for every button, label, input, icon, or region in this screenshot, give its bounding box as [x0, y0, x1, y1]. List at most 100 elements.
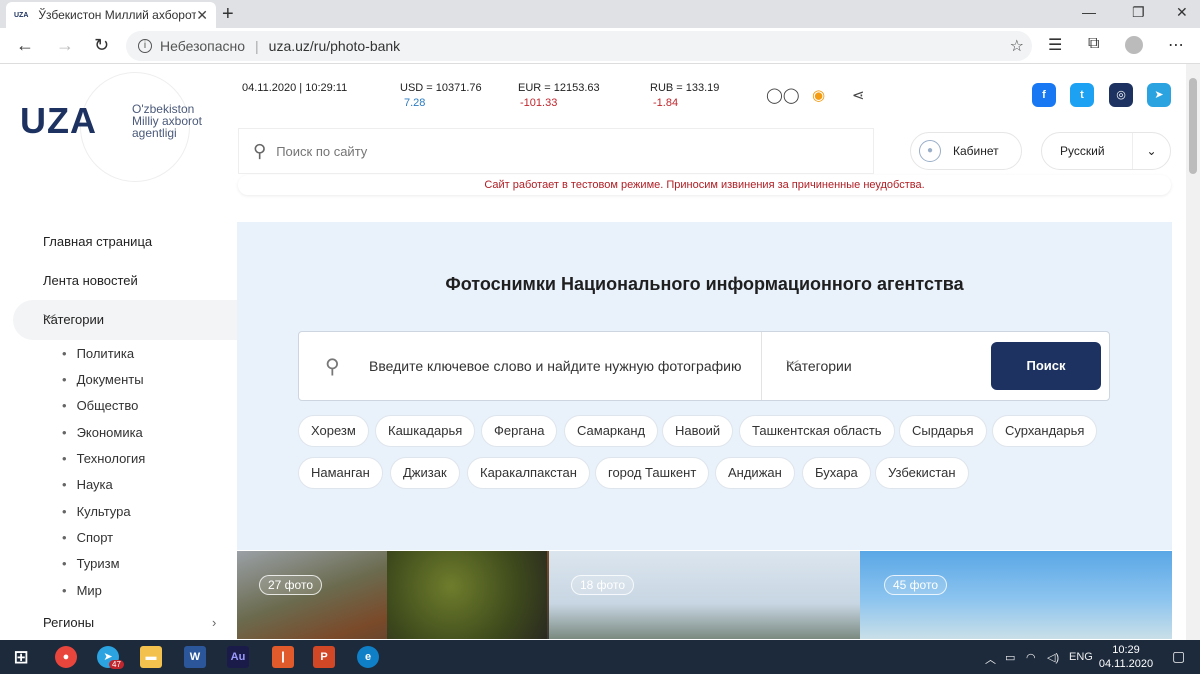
back-arrow-icon[interactable]: ← [16, 35, 34, 56]
region-chip[interactable]: Каракалпакстан [467, 457, 590, 489]
site-logo[interactable]: UZA O'zbekiston Milliy axborot agentligi [20, 100, 202, 142]
category-item[interactable]: Общество [62, 398, 139, 413]
site-search-box[interactable]: ⚲ [238, 128, 874, 174]
album-photo [387, 551, 547, 639]
rss-icon[interactable]: ◉ [812, 86, 825, 104]
notifications-icon[interactable]: ▢ [1172, 648, 1185, 665]
category-item[interactable]: Культура [62, 504, 131, 519]
region-chip[interactable]: Андижан [715, 457, 795, 489]
region-chip[interactable]: Кашкадарья [375, 415, 476, 447]
category-item[interactable]: Политика [62, 346, 135, 361]
category-item[interactable]: Документы [62, 372, 144, 387]
telegram-icon[interactable]: ➤ [1147, 83, 1171, 107]
album-card[interactable]: 18 фото [549, 551, 860, 639]
share-icon[interactable]: ⋖ [852, 86, 865, 104]
favicon-icon: UZA [14, 11, 29, 19]
refresh-icon[interactable]: ↻ [94, 35, 109, 56]
site-search-input[interactable] [276, 143, 777, 159]
category-item[interactable]: Экономика [62, 425, 143, 440]
page-scrollbar[interactable] [1186, 64, 1200, 640]
sidebar-item-home[interactable]: Главная страница [43, 234, 152, 249]
more-menu-icon[interactable]: ⋯ [1168, 35, 1184, 55]
volume-icon[interactable]: ◁) [1047, 651, 1059, 664]
instagram-icon[interactable]: ◎ [1109, 83, 1133, 107]
taskbar-clock[interactable]: 10:29 04.11.2020 [1096, 643, 1156, 671]
album-card[interactable]: 45 фото [860, 551, 1172, 639]
url-separator: | [255, 38, 259, 54]
region-chip[interactable]: Сурхандарья [992, 415, 1098, 447]
category-item[interactable]: Наука [62, 477, 113, 492]
profile-avatar-icon[interactable] [1125, 36, 1143, 54]
tab-title: Ўзбекистон Миллий ахборот агентлиги [38, 8, 197, 22]
category-item[interactable]: Мир [62, 583, 102, 598]
input-language[interactable]: ENG [1069, 651, 1093, 663]
info-icon[interactable]: i [138, 39, 152, 53]
accessibility-glasses-icon[interactable]: ◯◯ [766, 86, 800, 104]
rate-rub: RUB = 133.19 [650, 82, 720, 94]
windows-start-icon[interactable]: ⊞ [10, 646, 32, 668]
region-chip[interactable]: город Ташкент [595, 457, 710, 489]
scrollbar-thumb[interactable] [1189, 78, 1197, 174]
test-mode-notice: Сайт работает в тестовом режиме. Приноси… [238, 175, 1171, 195]
sidebar-item-categories[interactable]: Категории ﹀ [13, 300, 237, 340]
browser-tab[interactable]: UZA Ўзбекистон Миллий ахборот агентлиги … [6, 2, 216, 28]
chevron-down-icon[interactable]: ⌄ [1132, 133, 1170, 169]
category-item[interactable]: Туризм [62, 556, 120, 571]
chevron-down-icon: ﹀ [786, 359, 800, 374]
telegram-badge: 47 [109, 660, 124, 669]
region-chip[interactable]: Сырдарья [899, 415, 987, 447]
favorites-bar-icon[interactable]: ☰ [1048, 35, 1062, 55]
photo-count-badge: 45 фото [884, 575, 947, 595]
rate-eur-change: -101.33 [520, 97, 558, 109]
region-chip[interactable]: Бухара [802, 457, 871, 489]
region-chip[interactable]: Навоий [662, 415, 734, 447]
powerpoint-icon[interactable]: P [313, 646, 335, 668]
photo-count-badge: 27 фото [259, 575, 322, 595]
app-icon[interactable]: ❙ [272, 646, 294, 668]
url-text[interactable]: uza.uz/ru/photo-bank [269, 38, 401, 54]
twitter-icon[interactable]: t [1070, 83, 1094, 107]
close-tab-icon[interactable]: ✕ [196, 7, 208, 24]
new-tab-button[interactable]: + [222, 3, 234, 26]
edge-icon[interactable]: e [357, 646, 379, 668]
battery-icon[interactable]: ▭ [1005, 651, 1015, 664]
word-icon[interactable]: W [184, 646, 206, 668]
search-icon: ⚲ [325, 356, 340, 378]
collections-icon[interactable]: ⧉ [1088, 35, 1099, 53]
region-chip[interactable]: Узбекистан [875, 457, 969, 489]
facebook-icon[interactable]: f [1032, 83, 1056, 107]
clock-time: 10:29 [1112, 644, 1140, 656]
insecure-label: Небезопасно [160, 38, 246, 54]
language-select[interactable]: Русский ⌄ [1041, 132, 1171, 170]
network-icon[interactable]: ◠ [1026, 651, 1036, 664]
region-chip[interactable]: Хорезм [298, 415, 369, 447]
url-bar[interactable]: i Небезопасно | uza.uz/ru/photo-bank ☆ [126, 31, 1032, 61]
search-button[interactable]: Поиск [991, 342, 1101, 390]
sidebar-item-regions[interactable]: Регионы [43, 615, 94, 630]
forward-arrow-icon[interactable]: → [56, 35, 74, 56]
cabinet-button[interactable]: ● Кабинет [910, 132, 1022, 170]
album-card[interactable]: 27 фото [237, 551, 549, 639]
window-close-button[interactable]: ✕ [1176, 4, 1188, 21]
photo-search-input[interactable]: Введите ключевое слово и найдите нужную … [369, 358, 759, 374]
browser-tab-bar: UZA Ўзбекистон Миллий ахборот агентлиги … [0, 0, 1200, 28]
region-chip[interactable]: Самарканд [564, 415, 659, 447]
region-chip[interactable]: Наманган [298, 457, 383, 489]
sidebar-item-feed[interactable]: Лента новостей [43, 273, 138, 288]
logo-subtitle: O'zbekiston Milliy axborot agentligi [132, 102, 203, 140]
category-select[interactable]: Категории ﹀ [761, 332, 981, 400]
chrome-icon[interactable]: ● [55, 646, 77, 668]
region-chip[interactable]: Джизак [390, 457, 460, 489]
category-item[interactable]: Технология [62, 451, 146, 466]
restore-button[interactable]: ❐ [1132, 4, 1145, 21]
file-explorer-icon[interactable]: ▬ [140, 646, 162, 668]
region-chip[interactable]: Ташкентская область [739, 415, 895, 447]
category-item[interactable]: Спорт [62, 530, 114, 545]
tray-chevron-up-icon[interactable]: ︿ [985, 651, 996, 667]
region-chip[interactable]: Фергана [481, 415, 558, 447]
audition-icon[interactable]: Au [227, 646, 249, 668]
rate-usd: USD = 10371.76 [400, 82, 482, 94]
favorite-star-icon[interactable]: ☆ [1010, 36, 1024, 56]
minimize-button[interactable]: — [1082, 4, 1096, 20]
chevron-right-icon[interactable]: › [212, 615, 216, 630]
